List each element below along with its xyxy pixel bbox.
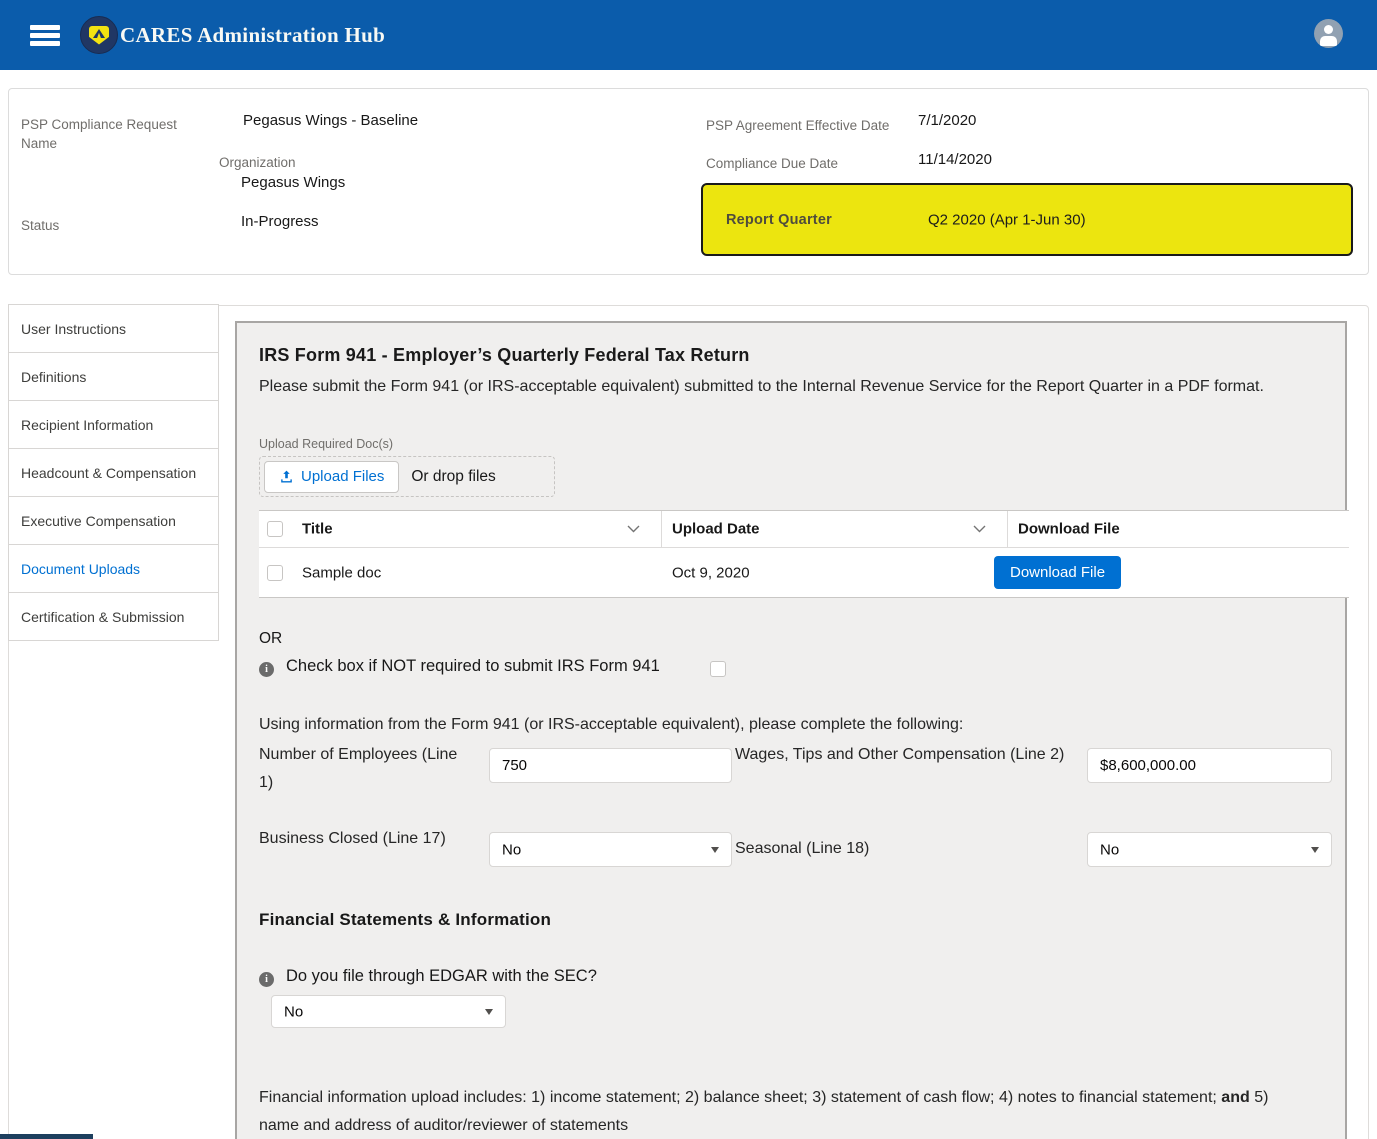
file-dropzone[interactable]: Upload Files Or drop files: [259, 456, 555, 497]
upload-files-button[interactable]: Upload Files: [264, 461, 399, 493]
title-sort-chevron-icon[interactable]: [627, 525, 640, 533]
row-title: Sample doc: [302, 564, 381, 581]
sidebar-item-user-instructions[interactable]: User Instructions: [8, 304, 219, 353]
app-header: CARES Administration Hub: [0, 0, 1377, 70]
wages-label: Wages, Tips and Other Compensation (Line…: [735, 741, 1085, 769]
status-value: In-Progress: [241, 213, 319, 230]
column-header-download-file: Download File: [1018, 521, 1120, 538]
app-logo-icon: [80, 16, 118, 54]
seasonal-value: No: [1100, 841, 1119, 858]
column-header-upload-date[interactable]: Upload Date: [672, 521, 760, 538]
seasonal-label: Seasonal (Line 18): [735, 835, 869, 863]
request-name-label: PSP Compliance Request Name: [21, 115, 186, 153]
organization-label: Organization: [219, 153, 296, 172]
edgar-question-row: i Do you file through EDGAR with the SEC…: [259, 967, 597, 987]
effective-date-value: 7/1/2020: [918, 112, 976, 129]
status-label: Status: [21, 216, 59, 235]
table-header-row: Title Upload Date Download File: [259, 511, 1349, 548]
edgar-value: No: [284, 1003, 303, 1020]
financial-note: Financial information upload includes: 1…: [259, 1084, 1309, 1139]
or-label: OR: [259, 630, 282, 648]
not-required-label: Check box if NOT required to submit IRS …: [286, 657, 660, 676]
user-avatar[interactable]: [1314, 19, 1343, 48]
effective-date-label: PSP Agreement Effective Date: [706, 116, 889, 135]
wages-input[interactable]: [1087, 748, 1332, 783]
seasonal-select[interactable]: No: [1087, 832, 1332, 867]
row-upload-date: Oct 9, 2020: [672, 564, 750, 581]
documents-table: Title Upload Date Download File Sample d…: [259, 510, 1349, 598]
section-description: Please submit the Form 941 (or IRS-accep…: [259, 373, 1329, 401]
report-quarter-value: Q2 2020 (Apr 1-Jun 30): [928, 211, 1086, 228]
not-required-checkbox[interactable]: [710, 661, 726, 677]
info-icon[interactable]: i: [259, 662, 274, 677]
sidebar-item-executive-compensation[interactable]: Executive Compensation: [8, 496, 219, 545]
select-arrow-icon: [711, 847, 719, 853]
select-all-checkbox[interactable]: [267, 521, 283, 537]
sidebar-item-headcount-compensation[interactable]: Headcount & Compensation: [8, 448, 219, 497]
business-closed-select[interactable]: No: [489, 832, 732, 867]
sidebar-item-recipient-information[interactable]: Recipient Information: [8, 400, 219, 449]
section-heading: IRS Form 941 - Employer’s Quarterly Fede…: [259, 345, 750, 366]
financial-note-part1: Financial information upload includes: 1…: [259, 1089, 1221, 1106]
document-uploads-panel: IRS Form 941 - Employer’s Quarterly Fede…: [235, 321, 1347, 1139]
edgar-select[interactable]: No: [271, 995, 506, 1028]
app-title: CARES Administration Hub: [120, 0, 385, 70]
employees-input[interactable]: [489, 748, 732, 783]
upload-files-button-label: Upload Files: [301, 468, 384, 485]
not-required-row: i Check box if NOT required to submit IR…: [259, 657, 1019, 677]
business-closed-label: Business Closed (Line 17): [259, 825, 449, 853]
business-closed-value: No: [502, 841, 521, 858]
info-icon[interactable]: i: [259, 972, 274, 987]
hamburger-menu-icon[interactable]: [30, 25, 60, 46]
upload-required-doc-label: Upload Required Doc(s): [259, 437, 393, 451]
financial-statements-heading: Financial Statements & Information: [259, 910, 551, 930]
drop-files-label: Or drop files: [411, 468, 495, 486]
upload-date-sort-chevron-icon[interactable]: [973, 525, 986, 533]
organization-value: Pegasus Wings: [241, 174, 345, 191]
app-screen: CARES Administration Hub PSP Compliance …: [0, 0, 1377, 1139]
report-quarter-label: Report Quarter: [726, 212, 832, 228]
compliance-summary-card: PSP Compliance Request Name Pegasus Wing…: [8, 88, 1369, 275]
sidebar-item-document-uploads[interactable]: Document Uploads: [8, 544, 219, 593]
complete-following-text: Using information from the Form 941 (or …: [259, 711, 1329, 739]
download-file-button[interactable]: Download File: [994, 556, 1121, 589]
request-name-value: Pegasus Wings - Baseline: [243, 112, 418, 129]
select-arrow-icon: [1311, 847, 1319, 853]
employees-label: Number of Employees (Line 1): [259, 741, 464, 797]
table-row: Sample doc Oct 9, 2020 Download File: [259, 548, 1349, 597]
report-quarter-highlight: Report Quarter Q2 2020 (Apr 1-Jun 30): [701, 183, 1353, 256]
edgar-question-label: Do you file through EDGAR with the SEC?: [286, 967, 597, 986]
utility-bar-edge: [0, 1134, 93, 1139]
financial-note-bold: and: [1221, 1089, 1249, 1106]
sidebar-item-certification-submission[interactable]: Certification & Submission: [8, 592, 219, 641]
sidebar-item-definitions[interactable]: Definitions: [8, 352, 219, 401]
due-date-value: 11/14/2020: [918, 151, 992, 168]
column-header-title[interactable]: Title: [302, 521, 333, 538]
due-date-label: Compliance Due Date: [706, 154, 838, 173]
select-arrow-icon: [485, 1009, 493, 1015]
upload-icon: [279, 469, 294, 484]
row-checkbox[interactable]: [267, 565, 283, 581]
